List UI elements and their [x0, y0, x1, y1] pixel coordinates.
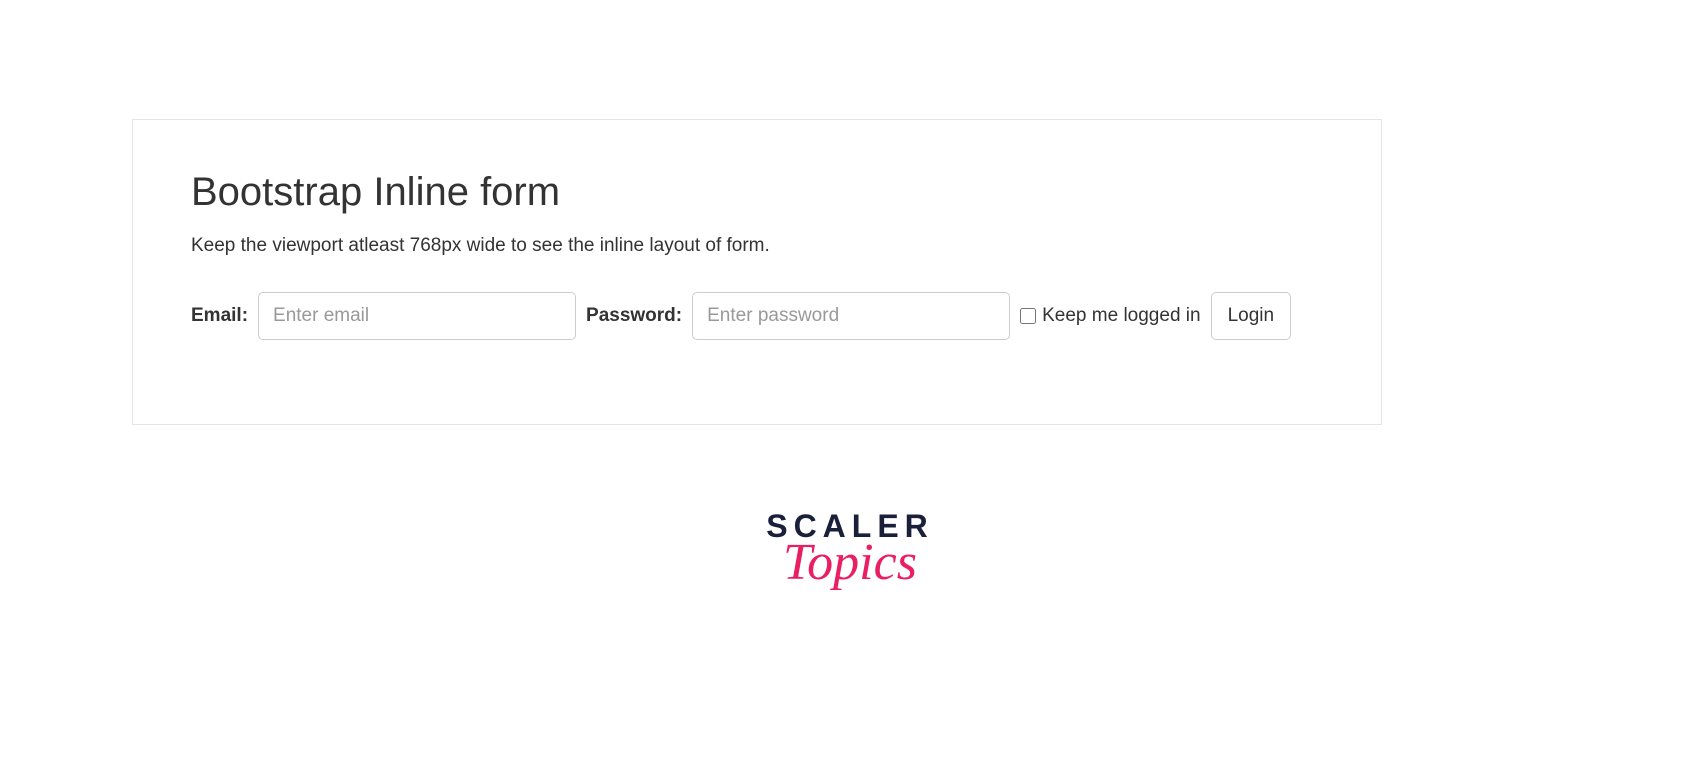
inline-form: Email: Password: Keep me logged in Login	[191, 292, 1323, 340]
page-subtitle: Keep the viewport atleast 768px wide to …	[191, 233, 1323, 260]
remember-label: Keep me logged in	[1042, 305, 1200, 327]
remember-checkbox-group: Keep me logged in	[1020, 305, 1200, 327]
form-panel: Bootstrap Inline form Keep the viewport …	[132, 119, 1382, 425]
password-label: Password:	[586, 305, 682, 327]
remember-checkbox[interactable]	[1020, 308, 1036, 324]
brand-logo: SCALER Topics	[766, 510, 934, 587]
email-label: Email:	[191, 305, 248, 327]
password-input[interactable]	[692, 292, 1010, 340]
logo-text-sub: Topics	[766, 540, 934, 587]
page-title: Bootstrap Inline form	[191, 170, 1323, 215]
login-button[interactable]: Login	[1211, 292, 1292, 340]
email-input[interactable]	[258, 292, 576, 340]
